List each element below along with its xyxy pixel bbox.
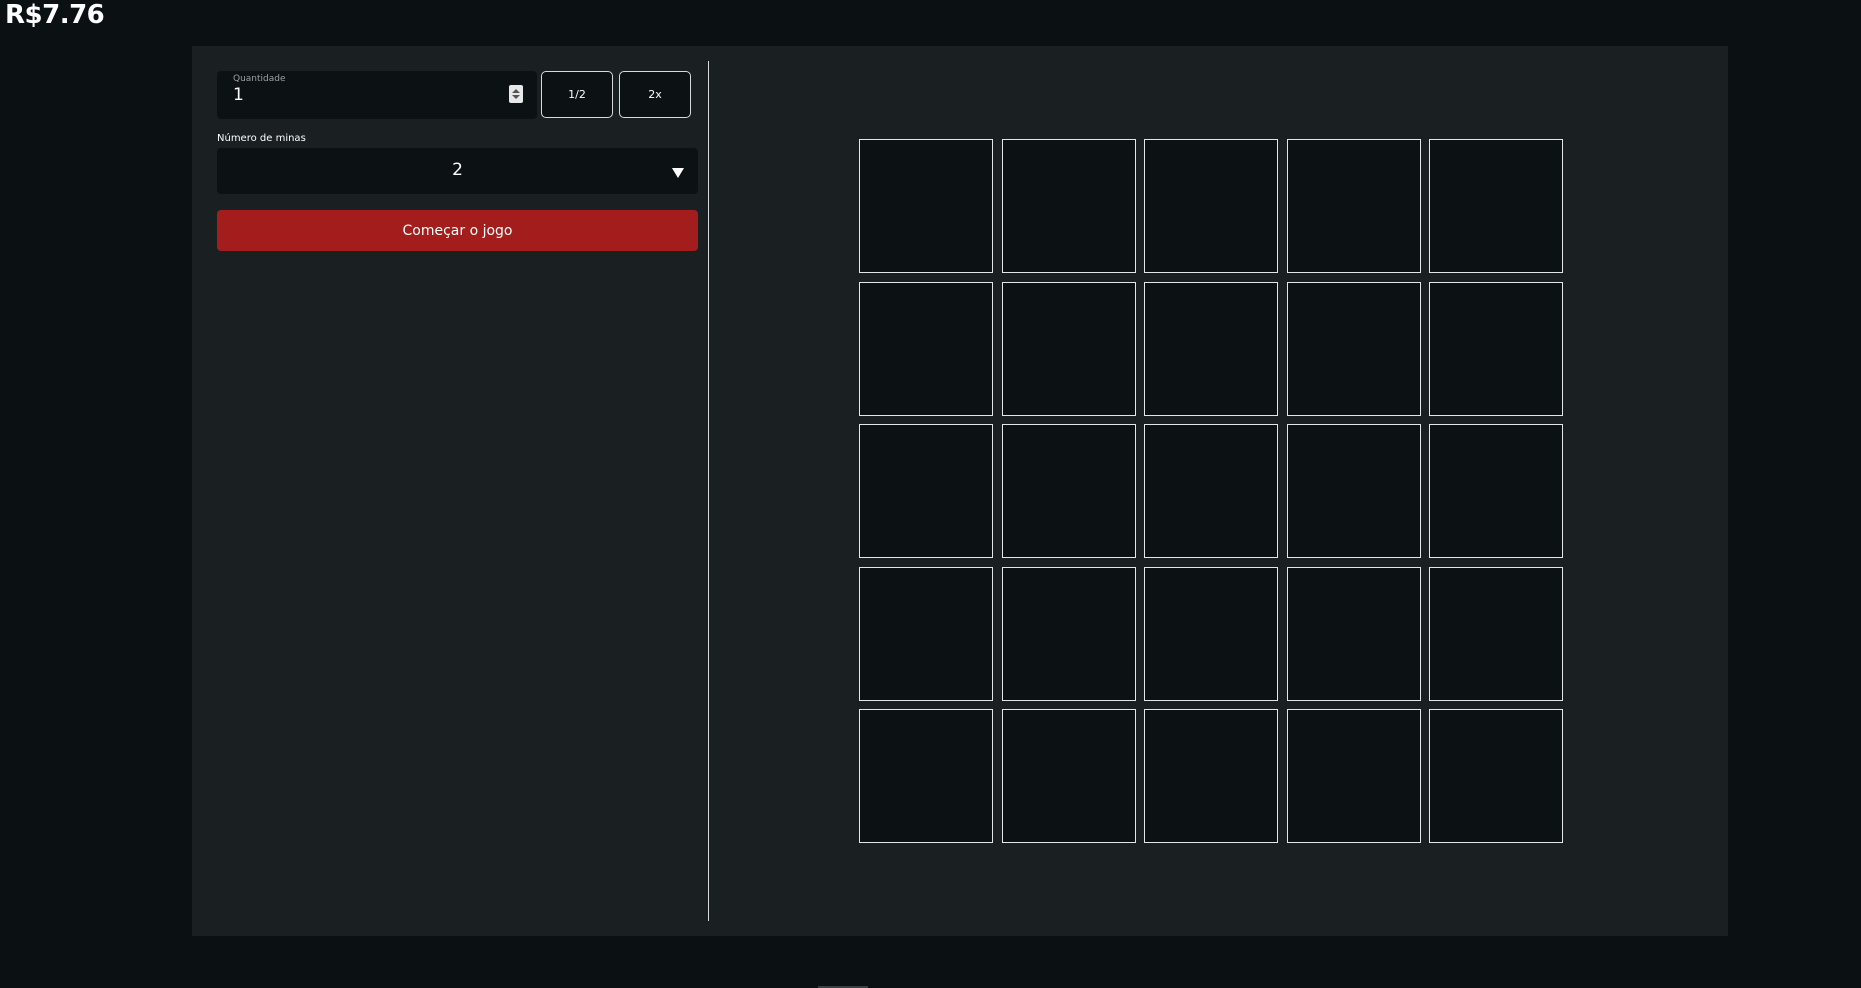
mine-tile[interactable] (1001, 424, 1136, 558)
panel-divider (708, 61, 709, 921)
mine-tile[interactable] (1429, 281, 1563, 416)
stepper-up-icon[interactable] (512, 89, 520, 93)
half-bet-button[interactable]: 1/2 (541, 71, 613, 118)
mine-tile[interactable] (1429, 424, 1563, 558)
mine-tile[interactable] (859, 709, 993, 843)
mine-tile[interactable] (1001, 139, 1136, 273)
mine-tile[interactable] (1429, 139, 1563, 273)
stepper-down-icon[interactable] (512, 95, 520, 99)
mine-tile[interactable] (1001, 709, 1136, 843)
mines-count-label: Número de minas (217, 133, 306, 144)
mine-tile[interactable] (859, 424, 993, 558)
mine-tile[interactable] (1144, 281, 1278, 416)
mine-tile[interactable] (859, 566, 993, 701)
mine-tile[interactable] (1286, 281, 1421, 416)
mine-tile[interactable] (1144, 424, 1278, 558)
mine-tile[interactable] (1286, 566, 1421, 701)
mine-tile[interactable] (1286, 424, 1421, 558)
mine-tile[interactable] (1144, 139, 1278, 273)
balance-display: R$7.76 (5, 0, 105, 30)
bet-amount-label: Quantidade (233, 74, 286, 84)
mines-board (859, 139, 1563, 843)
mine-tile[interactable] (1286, 139, 1421, 273)
mine-tile[interactable] (1144, 709, 1278, 843)
mines-count-select[interactable]: 2 (217, 148, 698, 194)
amount-stepper-icon[interactable] (509, 85, 523, 103)
start-game-button[interactable]: Começar o jogo (217, 210, 698, 251)
mine-tile[interactable] (1286, 709, 1421, 843)
caret-down-icon (672, 168, 684, 178)
mine-tile[interactable] (1429, 566, 1563, 701)
mine-tile[interactable] (1001, 566, 1136, 701)
mine-tile[interactable] (859, 281, 993, 416)
bet-amount-input[interactable]: 1 (233, 85, 244, 105)
double-bet-button[interactable]: 2x (619, 71, 691, 118)
mine-tile[interactable] (859, 139, 993, 273)
mines-count-value: 2 (452, 160, 463, 180)
bet-amount-field[interactable]: Quantidade 1 (217, 71, 537, 119)
mines-game-panel: Quantidade 1 1/2 2x Número de minas 2 Co… (192, 46, 1728, 936)
mine-tile[interactable] (1429, 709, 1563, 843)
mine-tile[interactable] (1144, 566, 1278, 701)
mine-tile[interactable] (1001, 281, 1136, 416)
